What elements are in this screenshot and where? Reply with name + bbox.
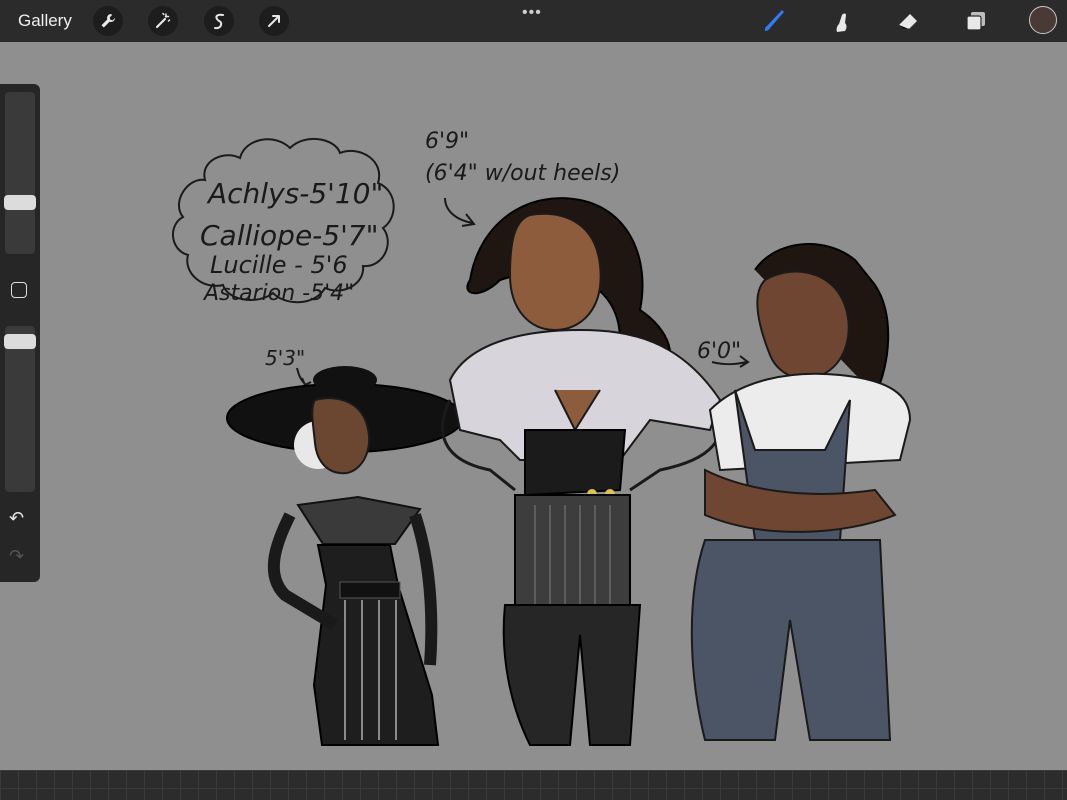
eraser-icon bbox=[898, 14, 917, 30]
brush-icon bbox=[765, 10, 784, 31]
artwork: Achlys-5'10" Calliope-5'7" Lucille - 5'6… bbox=[172, 129, 912, 746]
magic-wand-icon bbox=[155, 12, 171, 29]
brush-size-slider[interactable] bbox=[5, 92, 35, 254]
selection-icon bbox=[214, 13, 224, 30]
gallery-button[interactable]: Gallery bbox=[18, 11, 72, 31]
right-height-label: 6'0" bbox=[697, 339, 741, 364]
brush-button[interactable] bbox=[760, 6, 790, 36]
adjustments-button[interactable] bbox=[148, 6, 178, 36]
short-arrow bbox=[296, 367, 312, 387]
eraser-button[interactable] bbox=[894, 6, 924, 36]
more-options-icon[interactable]: ••• bbox=[522, 4, 542, 22]
opacity-knob[interactable] bbox=[4, 334, 36, 349]
undo-icon[interactable]: ↶ bbox=[9, 508, 24, 529]
selection-button[interactable] bbox=[204, 6, 234, 36]
character-right bbox=[690, 243, 912, 741]
wrench-icon bbox=[101, 14, 115, 28]
layers-button[interactable] bbox=[961, 6, 991, 36]
transform-arrow-icon bbox=[268, 15, 280, 27]
drawing-canvas[interactable]: Achlys-5'10" Calliope-5'7" Lucille - 5'6… bbox=[0, 42, 1067, 770]
actions-button[interactable] bbox=[93, 6, 123, 36]
smudge-button[interactable] bbox=[827, 6, 857, 36]
color-picker-button[interactable] bbox=[1029, 6, 1057, 34]
layers-icon bbox=[966, 12, 985, 31]
note-line-1: Achlys-5'10" bbox=[206, 177, 383, 210]
opacity-slider[interactable] bbox=[5, 326, 35, 492]
left-sidebar: ↶ ↷ bbox=[0, 84, 40, 582]
top-toolbar: Gallery ••• bbox=[0, 0, 1067, 42]
note-line-2: Calliope-5'7" bbox=[200, 219, 379, 252]
tall-heels-label: (6'4" w/out heels) bbox=[425, 161, 620, 186]
character-left bbox=[226, 366, 464, 746]
tall-arrow bbox=[444, 197, 476, 227]
smudge-icon bbox=[836, 13, 847, 32]
brush-size-knob[interactable] bbox=[4, 194, 36, 210]
bottom-grid-strip bbox=[0, 770, 1067, 800]
modify-square-icon[interactable] bbox=[11, 282, 27, 298]
transform-button[interactable] bbox=[259, 6, 289, 36]
redo-icon[interactable]: ↷ bbox=[9, 546, 24, 567]
character-middle bbox=[441, 197, 724, 746]
tall-height-label: 6'9" bbox=[425, 129, 469, 154]
short-height-label: 5'3" bbox=[265, 346, 305, 370]
note-line-4: Astarion -5'4" bbox=[202, 281, 354, 306]
note-line-3: Lucille - 5'6 bbox=[210, 251, 348, 279]
